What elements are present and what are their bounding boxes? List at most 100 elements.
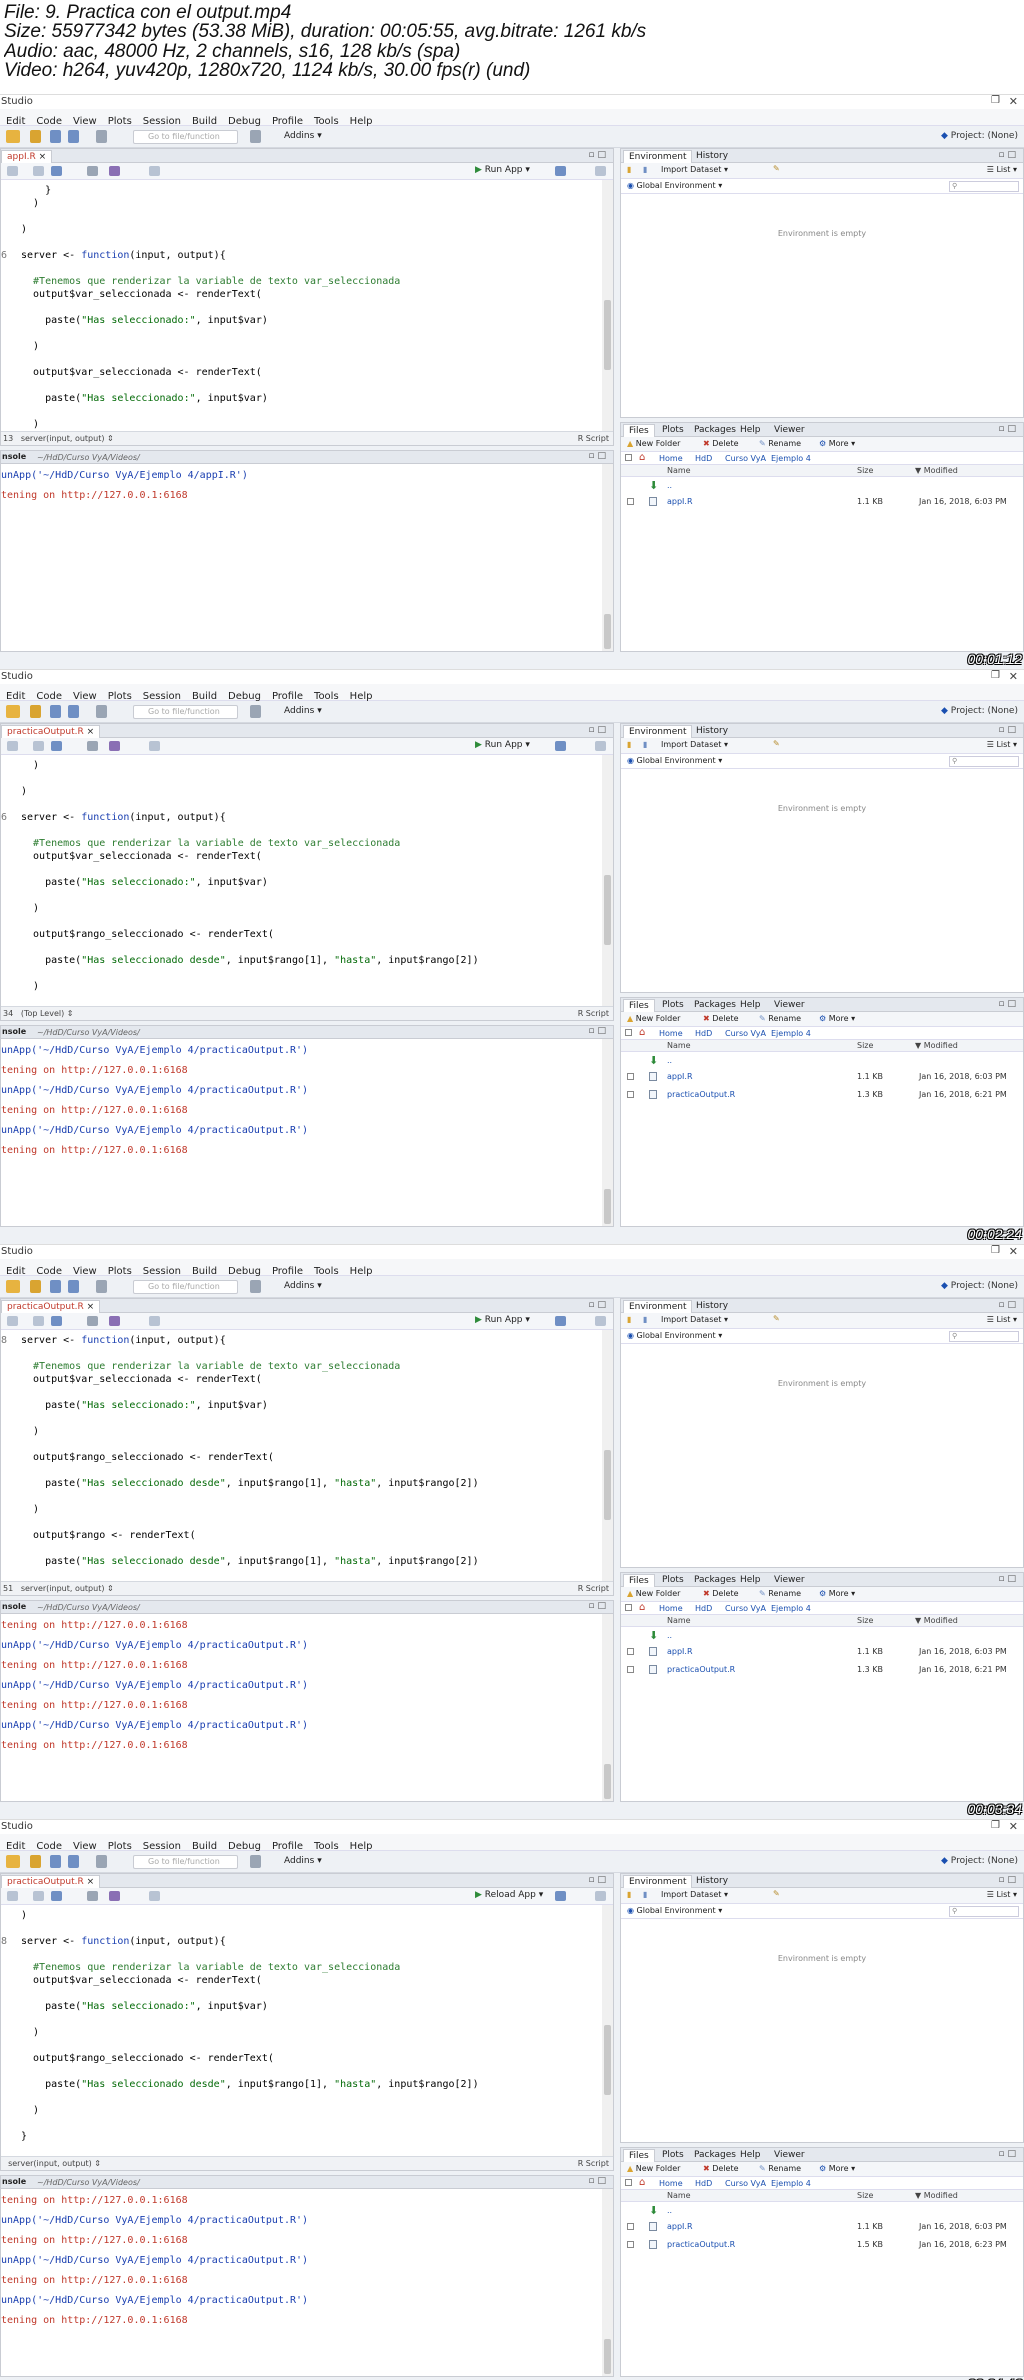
save-workspace-icon[interactable]: ▮ — [643, 165, 647, 174]
back-icon[interactable] — [7, 741, 18, 751]
save-icon[interactable] — [50, 705, 61, 718]
environment-tab[interactable]: Environment — [623, 1300, 693, 1313]
modified-column-header[interactable]: ▼ Modified — [915, 1616, 958, 1625]
minimize-maximize-icons[interactable]: ▫□ — [588, 150, 609, 160]
console-output[interactable]: unApp('~/HdD/Curso VyA/Ejemplo 4/appI.R'… — [1, 464, 601, 651]
breadcrumb-item[interactable]: Curso VyA — [725, 1604, 766, 1613]
close-icon[interactable]: ✕ — [1009, 95, 1018, 108]
scroll-thumb[interactable] — [604, 1450, 611, 1520]
more-button[interactable]: ⚙ More ▾ — [819, 2164, 855, 2173]
run-app-button[interactable]: ▶ Run App ▾ — [475, 740, 530, 750]
save-all-icon[interactable] — [68, 1855, 79, 1868]
project-menu[interactable]: ◆ Project: (None) — [941, 1856, 1018, 1866]
console-output[interactable]: tening on http://127.0.0.1:6168 unApp('~/… — [1, 1614, 601, 1801]
environment-search-input[interactable]: ⚲ — [949, 756, 1019, 767]
project-menu[interactable]: ◆ Project: (None) — [941, 1281, 1018, 1291]
select-all-checkbox[interactable] — [625, 2179, 632, 2186]
source-file-tab[interactable]: practicaOutput.R × — [1, 1875, 101, 1888]
run-app-button[interactable]: ▶ Run App ▾ — [475, 165, 530, 175]
import-dataset-button[interactable]: Import Dataset ▾ — [661, 740, 728, 749]
home-icon[interactable]: ⌂ — [639, 1027, 645, 1038]
minimize-maximize-icons[interactable]: ▫□ — [588, 725, 609, 735]
code-editor[interactable]: )) 6 server <- function(input, output){ #T… — [1, 755, 599, 1006]
code-editor[interactable]: ) 8 server <- function(input, output){ #Te… — [1, 1905, 599, 2156]
console-scrollbar[interactable] — [602, 464, 613, 651]
open-file-icon[interactable] — [30, 705, 41, 718]
source-scrollbar[interactable] — [602, 1330, 613, 1581]
minimize-maximize-icons[interactable]: ▫□ — [998, 999, 1019, 1009]
close-tab-icon[interactable]: × — [87, 1302, 95, 1312]
run-app-button[interactable]: ▶ Run App ▾ — [475, 1315, 530, 1325]
broom-icon[interactable]: ✎ — [773, 739, 780, 748]
goto-file-input[interactable]: Go to file/function — [133, 1855, 238, 1869]
print-icon[interactable] — [96, 705, 107, 718]
parent-dir-label[interactable]: .. — [667, 481, 672, 490]
file-type[interactable]: R Script — [578, 434, 609, 443]
file-row[interactable]: practicaOutput.R 1.3 KB Jan 16, 2018, 6:21… — [621, 1663, 1023, 1677]
breadcrumb-item[interactable]: Home — [659, 1029, 683, 1038]
goto-file-input[interactable]: Go to file/function — [133, 705, 238, 719]
rename-button[interactable]: ✎ Rename — [759, 2164, 801, 2173]
file-name[interactable]: practicaOutput.R — [667, 1665, 735, 1674]
load-workspace-icon[interactable]: ▮ — [627, 1890, 631, 1899]
code-tools-icon[interactable] — [109, 1891, 120, 1901]
back-icon[interactable] — [7, 1316, 18, 1326]
addins-menu[interactable]: Addins ▾ — [284, 1856, 322, 1866]
files-pane-tab[interactable]: Plots — [657, 2149, 689, 2162]
minimize-maximize-icons[interactable]: ▫□ — [588, 2176, 609, 2186]
grid-icon[interactable] — [250, 1280, 261, 1293]
scroll-thumb[interactable] — [604, 614, 611, 649]
file-checkbox[interactable] — [627, 2241, 634, 2248]
console-tab[interactable]: nsole — [2, 2177, 26, 2186]
breadcrumb-item[interactable]: Home — [659, 2179, 683, 2188]
load-workspace-icon[interactable]: ▮ — [627, 165, 631, 174]
file-name[interactable]: appI.R — [667, 1072, 693, 1081]
home-icon[interactable]: ⌂ — [639, 1602, 645, 1613]
home-icon[interactable]: ⌂ — [639, 452, 645, 463]
broom-icon[interactable]: ✎ — [773, 1889, 780, 1898]
parent-dir-label[interactable]: .. — [667, 1631, 672, 1640]
import-dataset-button[interactable]: Import Dataset ▾ — [661, 1890, 728, 1899]
restore-icon[interactable]: ❐ — [991, 670, 1000, 681]
save-icon[interactable] — [51, 741, 62, 751]
minimize-maximize-icons[interactable]: ▫□ — [998, 1875, 1019, 1885]
files-pane-tab[interactable]: Packages — [689, 999, 741, 1012]
delete-button[interactable]: ✖ Delete — [703, 2164, 739, 2173]
run-app-button[interactable]: ▶ Reload App ▾ — [475, 1890, 543, 1900]
file-checkbox[interactable] — [627, 2223, 634, 2230]
list-view-toggle[interactable]: ☰ List ▾ — [987, 740, 1017, 749]
history-tab[interactable]: History — [691, 1875, 733, 1888]
function-scope[interactable]: server(input, output) — [8, 2159, 92, 2168]
save-all-icon[interactable] — [68, 705, 79, 718]
breadcrumb-item[interactable]: Home — [659, 454, 683, 463]
breadcrumb-item[interactable]: Ejemplo 4 — [771, 1604, 811, 1613]
grid-icon[interactable] — [250, 705, 261, 718]
console-scrollbar[interactable] — [602, 1614, 613, 1801]
console-output[interactable]: unApp('~/HdD/Curso VyA/Ejemplo 4/practic… — [1, 1039, 601, 1226]
save-all-icon[interactable] — [68, 130, 79, 143]
save-icon[interactable] — [51, 1316, 62, 1326]
project-menu[interactable]: ◆ Project: (None) — [941, 131, 1018, 141]
console-tab[interactable]: nsole — [2, 1602, 26, 1611]
scroll-thumb[interactable] — [604, 875, 611, 945]
goto-file-input[interactable]: Go to file/function — [133, 1280, 238, 1294]
files-pane-tab[interactable]: Files — [623, 424, 655, 437]
file-row[interactable]: appI.R 1.1 KB Jan 16, 2018, 6:03 PM — [621, 1645, 1023, 1659]
save-all-icon[interactable] — [68, 1280, 79, 1293]
parent-dir-label[interactable]: .. — [667, 2206, 672, 2215]
new-file-icon[interactable] — [6, 705, 20, 718]
modified-column-header[interactable]: ▼ Modified — [915, 466, 958, 475]
new-folder-button[interactable]: ▲ New Folder — [627, 2164, 680, 2173]
global-env-selector[interactable]: ◉ Global Environment ▾ — [627, 1331, 722, 1340]
compile-report-icon[interactable] — [149, 1891, 160, 1901]
file-name[interactable]: appI.R — [667, 1647, 693, 1656]
show-in-window-icon[interactable] — [33, 1316, 44, 1326]
console-scrollbar[interactable] — [602, 1039, 613, 1226]
close-tab-icon[interactable]: × — [39, 152, 47, 162]
name-column-header[interactable]: Name — [667, 2191, 691, 2200]
new-folder-button[interactable]: ▲ New Folder — [627, 439, 680, 448]
select-all-checkbox[interactable] — [625, 454, 632, 461]
parent-dir-label[interactable]: .. — [667, 1056, 672, 1065]
files-pane-tab[interactable]: Help — [735, 999, 766, 1012]
files-pane-tab[interactable]: Plots — [657, 999, 689, 1012]
